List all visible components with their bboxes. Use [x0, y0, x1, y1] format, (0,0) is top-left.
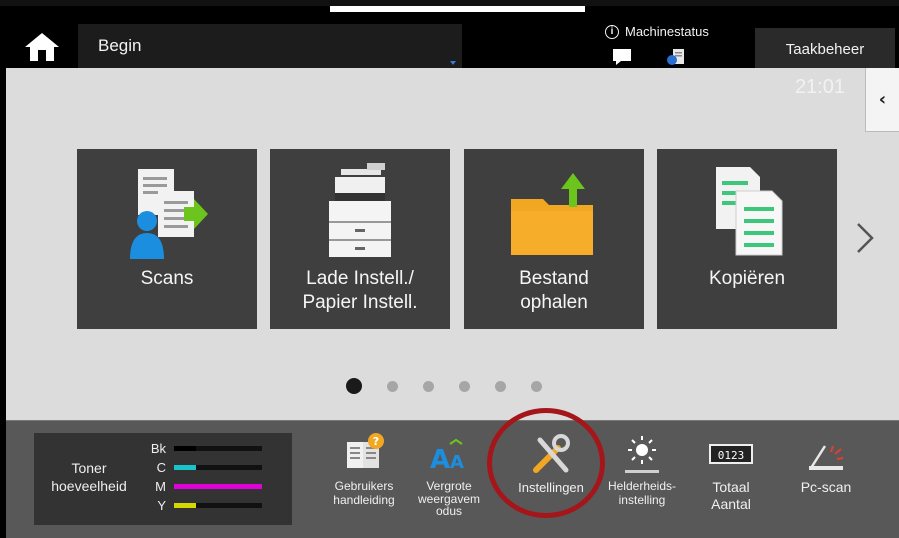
toner-row-y: Y	[146, 498, 262, 513]
toner-label-1: Toner	[71, 460, 107, 476]
pc-scan-icon	[809, 445, 844, 470]
bottom-toolbar: Toner hoeveelheid Bk C M Y ? Gebruikers …	[6, 420, 899, 538]
tool-label: handleiding	[333, 493, 395, 507]
task-manager-button[interactable]: Taakbeheer	[755, 28, 895, 70]
svg-text:A: A	[450, 452, 464, 473]
tile-retrieve-file-label-2: ophalen	[520, 292, 588, 313]
printer-icon	[329, 163, 391, 257]
machine-status-link[interactable]: i Machinestatus	[605, 24, 709, 39]
tool-label: Vergrote	[426, 479, 472, 493]
toner-key: Y	[157, 498, 166, 513]
tile-tray-settings-label-1: Lade Instell./	[306, 268, 414, 289]
tile-copy[interactable]: Kopiëren	[657, 149, 837, 329]
page-dot-5[interactable]	[495, 380, 506, 392]
toner-key: C	[156, 460, 166, 475]
page-title: Begin	[98, 36, 142, 55]
toner-row-bk: Bk	[146, 441, 262, 456]
page-indicator	[346, 378, 542, 394]
home-icon	[25, 33, 59, 61]
tool-label: Gebruikers	[334, 479, 394, 493]
user-manual-button[interactable]: ? Gebruikers handleiding	[324, 429, 404, 507]
copy-icon	[716, 167, 783, 256]
top-strip	[330, 6, 585, 12]
total-count-button[interactable]: 0123 Totaal Aantal	[696, 429, 766, 513]
tile-copy-label: Kopiëren	[708, 268, 786, 289]
tool-label: odus	[435, 504, 463, 518]
toner-level-bar	[174, 484, 262, 489]
page-title-field: Begin	[78, 24, 462, 70]
top-bar: Begin i Machinestatus Taakbeheer	[0, 0, 899, 70]
folder-upload-icon	[511, 173, 593, 255]
page-dot-1[interactable]	[346, 378, 362, 394]
toner-label-2: hoeveelheid	[51, 478, 127, 494]
clock: 21:01	[794, 76, 845, 98]
chevron-right-icon	[857, 223, 874, 253]
tool-label: Totaal	[712, 479, 750, 495]
info-icon: i	[605, 24, 619, 39]
tool-label: Aantal	[711, 496, 751, 512]
tile-tray-settings[interactable]: Lade Instell./ Papier Instell.	[270, 149, 450, 329]
svg-text:A: A	[430, 445, 450, 474]
tile-scans-label: Scans	[140, 268, 194, 289]
toner-panel[interactable]: Toner hoeveelheid Bk C M Y	[34, 433, 292, 525]
page-dot-6[interactable]	[531, 380, 542, 392]
toner-level-bar	[174, 503, 196, 508]
toner-level-bar	[174, 446, 196, 451]
tile-retrieve-file[interactable]: Bestand ophalen	[464, 149, 644, 329]
page-dot-3[interactable]	[423, 380, 434, 392]
pc-scan-button[interactable]: Pc-scan	[786, 429, 866, 496]
brightness-button[interactable]: Helderheids- instelling	[602, 429, 682, 507]
job-status-icon[interactable]	[666, 48, 686, 66]
toner-key: Bk	[150, 441, 166, 456]
machine-status-label: Machinestatus	[625, 24, 709, 39]
toner-row-c: C	[146, 460, 262, 475]
toner-level-bar	[174, 465, 196, 470]
counter-digits: 0123	[718, 449, 745, 462]
page-dot-2[interactable]	[387, 380, 398, 392]
brightness-icon	[625, 436, 659, 473]
tool-label: Pc-scan	[800, 479, 852, 495]
message-icon[interactable]	[612, 48, 632, 66]
title-caret-icon	[450, 61, 456, 65]
zoom-mode-button[interactable]: A A Vergrote weergavem odus	[411, 429, 487, 517]
toner-key: M	[155, 479, 166, 494]
home-button[interactable]	[12, 24, 72, 70]
highlight-circle	[487, 408, 605, 518]
chevron-left-icon: ‹	[878, 89, 887, 110]
toner-row-m: M	[146, 479, 262, 494]
tile-retrieve-file-label-1: Bestand	[519, 268, 589, 289]
tile-scans[interactable]: Scans	[77, 149, 257, 329]
page-dot-4[interactable]	[459, 380, 470, 392]
manual-help-icon: ?	[347, 433, 384, 468]
text-enlarge-icon: A A	[430, 438, 464, 474]
side-panel-toggle[interactable]: ‹	[865, 68, 899, 132]
scan-icon	[130, 169, 208, 259]
home-screen: 21:01 ‹ Scans Lade Instell./ Papier Inst…	[6, 68, 899, 420]
next-page-button[interactable]	[854, 218, 876, 262]
tool-label: instelling	[618, 493, 666, 507]
svg-text:?: ?	[373, 435, 379, 448]
tile-tray-settings-label-2: Papier Instell.	[302, 292, 418, 313]
counter-icon: 0123	[709, 444, 753, 464]
tool-label: Helderheids-	[607, 479, 677, 493]
